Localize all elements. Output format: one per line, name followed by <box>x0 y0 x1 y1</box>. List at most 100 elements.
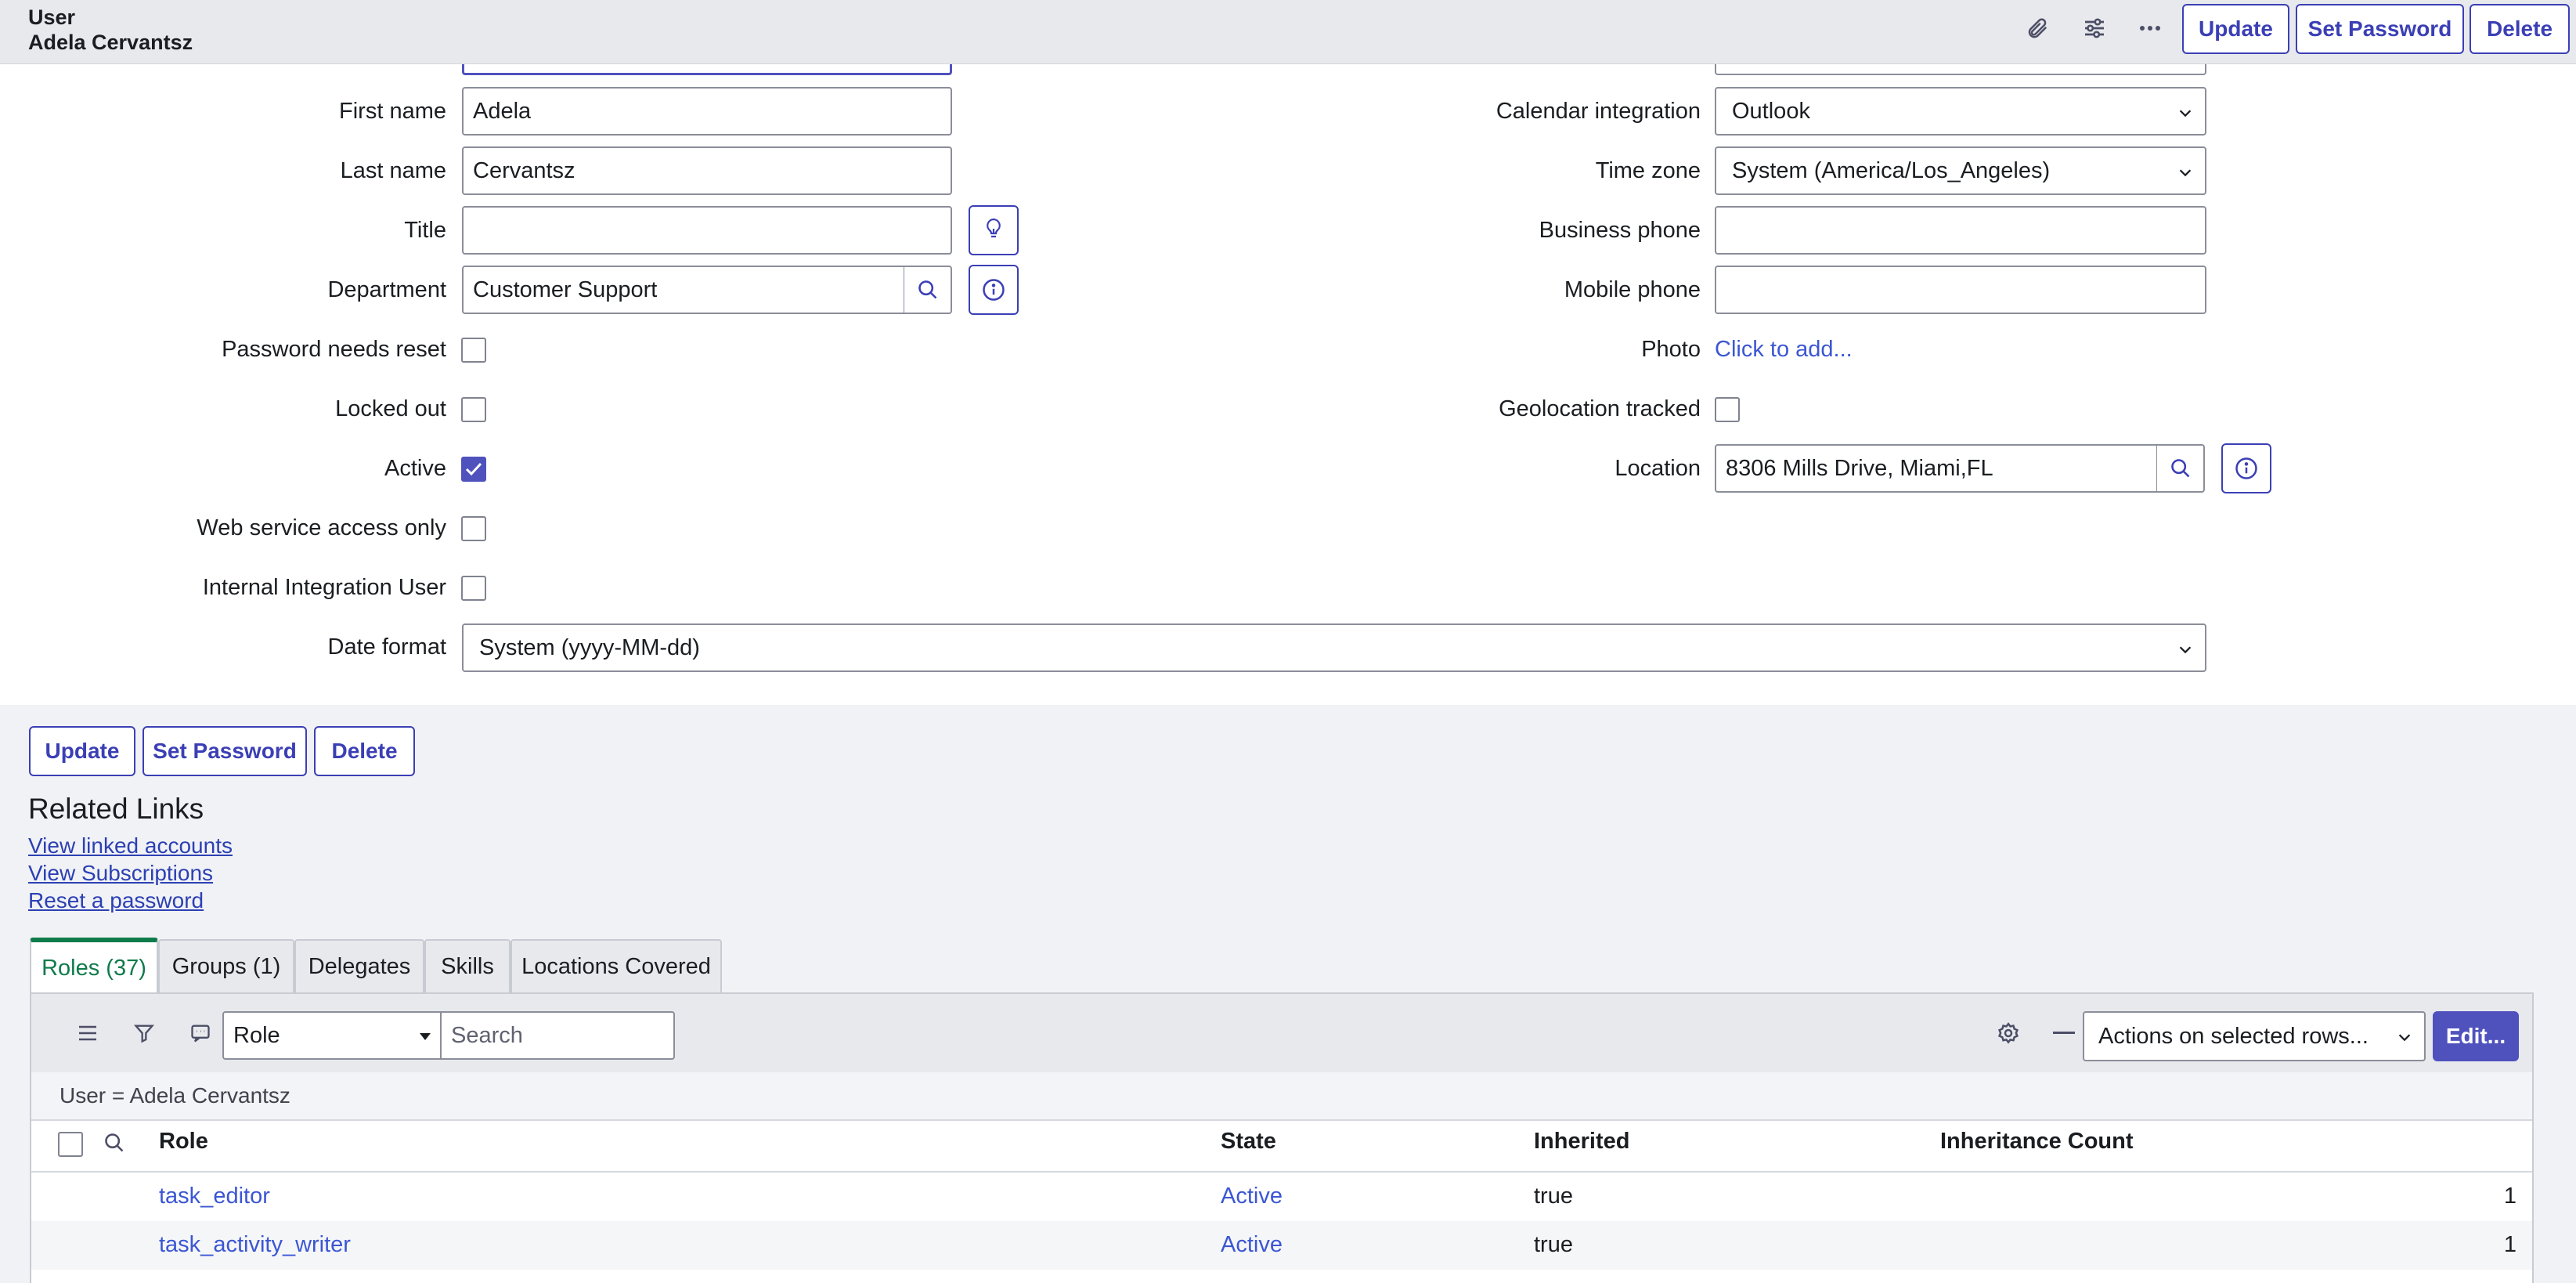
table-row: task_activity_writer Active true 1 <box>31 1221 2532 1270</box>
reset-password-link[interactable]: Reset a password <box>28 888 204 913</box>
record-name: Adela Cervantsz <box>28 31 193 54</box>
record-type: User <box>28 5 76 29</box>
edit-button[interactable]: Edit... <box>2433 1011 2519 1061</box>
time-zone-value: System (America/Los_Angeles) <box>1732 157 2051 183</box>
time-zone-select[interactable]: System (America/Los_Angeles) <box>1715 146 2206 195</box>
info-icon <box>983 279 1005 301</box>
column-header-state[interactable]: State <box>1221 1126 1276 1157</box>
locked-out-label: Locked out <box>335 396 446 421</box>
collapse-icon[interactable] <box>2048 1017 2080 1049</box>
title-label: Title <box>404 218 446 243</box>
last-name-input[interactable]: Cervantsz <box>462 146 952 195</box>
department-input[interactable]: Customer Support <box>462 266 905 314</box>
first-name-label: First name <box>339 99 446 124</box>
location-label: Location <box>1615 456 1701 481</box>
tab-skills[interactable]: Skills <box>424 939 511 992</box>
title-input[interactable] <box>462 206 952 255</box>
chevron-down-icon <box>2179 110 2192 117</box>
tab-roles[interactable]: Roles (37) <box>30 938 158 994</box>
role-cell[interactable]: task_editor <box>159 1180 270 1212</box>
delete-button[interactable]: Delete <box>2470 4 2570 54</box>
date-format-select[interactable]: System (yyyy-MM-dd) <box>462 623 2206 672</box>
active-label: Active <box>384 456 446 481</box>
table-row: task_editor Active true 1 <box>31 1173 2532 1221</box>
last-name-label: Last name <box>340 158 446 183</box>
tab-locations-covered[interactable]: Locations Covered <box>511 939 722 992</box>
web-service-access-checkbox[interactable] <box>461 516 486 541</box>
internal-integration-label: Internal Integration User <box>202 575 446 600</box>
password-needs-reset-checkbox[interactable] <box>461 338 486 363</box>
location-lookup-button[interactable] <box>2156 444 2205 493</box>
chevron-down-icon <box>2179 646 2192 654</box>
search-icon <box>2170 459 2189 478</box>
department-lookup-button[interactable] <box>904 266 952 314</box>
view-subscriptions-link[interactable]: View Subscriptions <box>28 861 213 886</box>
checkmark-icon <box>465 462 482 476</box>
search-icon <box>918 280 936 299</box>
business-phone-input[interactable] <box>1715 206 2206 255</box>
password-needs-reset-label: Password needs reset <box>222 337 446 362</box>
delete-button-bottom[interactable]: Delete <box>314 726 415 776</box>
chevron-down-icon <box>2398 1034 2411 1042</box>
photo-label: Photo <box>1641 337 1701 362</box>
active-checkbox[interactable] <box>461 457 486 482</box>
photo-add-link[interactable]: Click to add... <box>1715 337 1853 363</box>
state-cell[interactable]: Active <box>1221 1180 1283 1212</box>
location-input[interactable]: 8306 Mills Drive, Miami,FL <box>1715 444 2158 493</box>
department-info-button[interactable] <box>969 265 1019 315</box>
web-service-access-label: Web service access only <box>197 515 446 540</box>
department-label: Department <box>327 277 446 302</box>
first-name-input[interactable]: Adela <box>462 87 952 136</box>
sliders-icon[interactable] <box>2075 10 2114 46</box>
calendar-integration-label: Calendar integration <box>1495 99 1701 124</box>
filter-field-value: Role <box>233 1022 280 1048</box>
geolocation-tracked-checkbox[interactable] <box>1715 397 1740 422</box>
inherited-cell: true <box>1534 1232 1573 1257</box>
record-header: User Adela Cervantsz Update Set Password… <box>0 0 2576 64</box>
mobile-phone-label: Mobile phone <box>1564 277 1701 302</box>
paperclip-icon[interactable] <box>2018 10 2057 46</box>
comment-icon[interactable] <box>185 1017 216 1049</box>
lightbulb-icon <box>987 218 1001 238</box>
calendar-integration-value: Outlook <box>1732 98 1810 124</box>
set-password-button-bottom[interactable]: Set Password <box>143 726 307 776</box>
actions-on-selected-select[interactable]: Actions on selected rows... <box>2083 1011 2426 1061</box>
geolocation-tracked-label: Geolocation tracked <box>1499 396 1701 421</box>
inheritance-count-cell: 1 <box>2503 1232 2516 1257</box>
location-info-button[interactable] <box>2221 443 2271 493</box>
hamburger-menu-icon[interactable] <box>72 1017 103 1049</box>
set-password-button[interactable]: Set Password <box>2296 4 2464 54</box>
mobile-phone-input[interactable] <box>1715 266 2206 314</box>
record-title: User Adela Cervantsz <box>28 5 193 55</box>
tab-groups[interactable]: Groups (1) <box>158 939 294 992</box>
filter-icon[interactable] <box>128 1017 160 1049</box>
tab-delegates[interactable]: Delegates <box>294 939 424 992</box>
list-search-input[interactable]: Search <box>442 1011 675 1060</box>
list-toolbar: Role Search Actions on selected rows... … <box>31 994 2532 1072</box>
more-icon[interactable] <box>2130 10 2170 46</box>
state-cell[interactable]: Active <box>1221 1229 1283 1260</box>
locked-out-checkbox[interactable] <box>461 397 486 422</box>
suggestion-button[interactable] <box>969 205 1019 255</box>
view-linked-accounts-link[interactable]: View linked accounts <box>28 833 233 858</box>
column-header-inheritance-count[interactable]: Inheritance Count <box>1940 1126 2134 1157</box>
inheritance-count-cell: 1 <box>2503 1184 2516 1209</box>
column-header-role[interactable]: Role <box>159 1126 208 1157</box>
select-all-checkbox[interactable] <box>58 1132 83 1157</box>
update-button-bottom[interactable]: Update <box>29 726 135 776</box>
info-icon <box>2235 457 2257 479</box>
user-form: First name Adela Last name Cervantsz Tit… <box>0 33 2576 705</box>
internal-integration-checkbox[interactable] <box>461 576 486 601</box>
filter-field-select[interactable]: Role <box>222 1011 442 1060</box>
update-button[interactable]: Update <box>2182 4 2289 54</box>
caret-down-icon <box>420 1033 431 1040</box>
calendar-integration-select[interactable]: Outlook <box>1715 87 2206 136</box>
search-icon[interactable] <box>103 1132 125 1158</box>
list-breadcrumb[interactable]: User = Adela Cervantsz <box>31 1072 2532 1121</box>
column-header-inherited[interactable]: Inherited <box>1534 1126 1629 1157</box>
actions-select-value: Actions on selected rows... <box>2098 1023 2369 1049</box>
inherited-cell: true <box>1534 1184 1573 1209</box>
role-cell[interactable]: task_activity_writer <box>159 1229 351 1260</box>
gear-icon[interactable] <box>1993 1017 2024 1049</box>
related-links-title: Related Links <box>28 793 204 825</box>
